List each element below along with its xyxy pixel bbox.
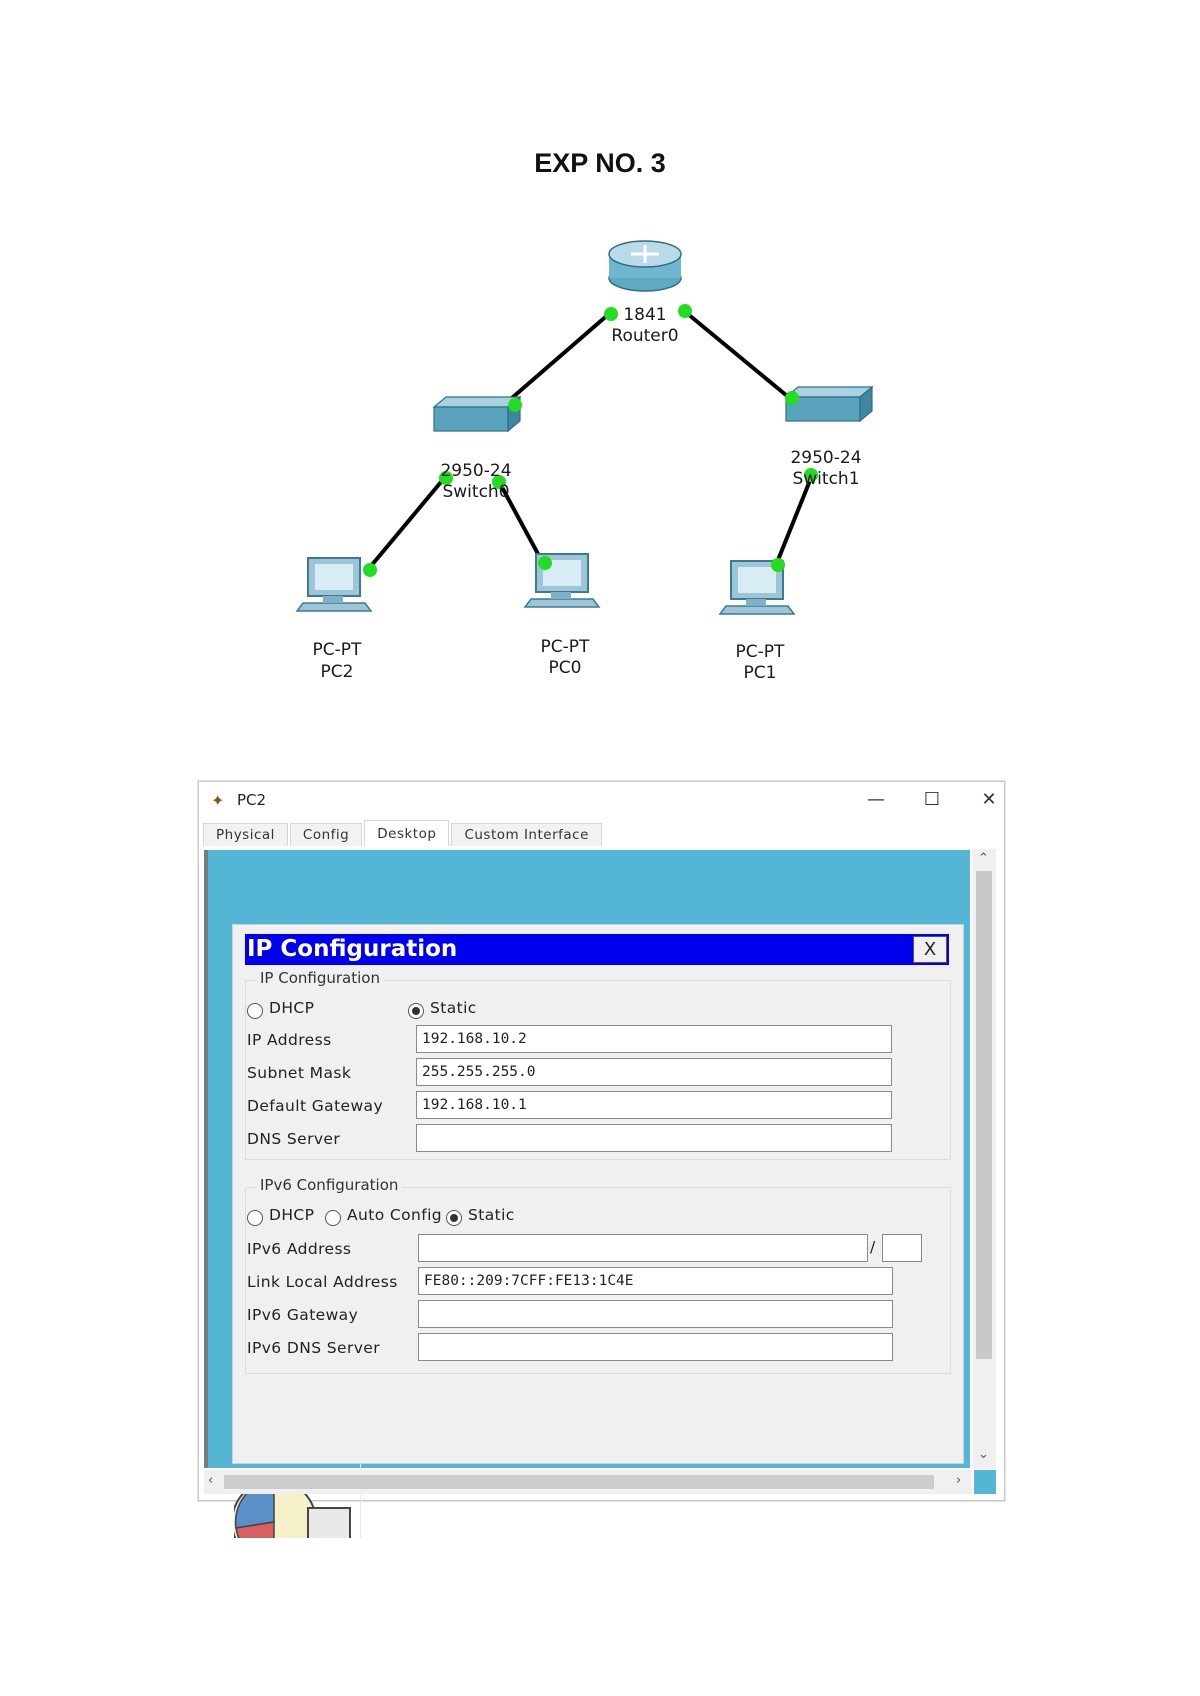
ipv6-auto-config-label: Auto Config [347,1206,443,1224]
vertical-scroll-thumb[interactable] [976,871,992,1359]
link-status-dot-router0-switch0-0 [604,307,618,321]
pc-icon-pc0[interactable] [523,553,601,608]
link-status-dot-router0-switch1-0 [678,304,692,318]
topology-devices [295,240,874,615]
ipv4-dhcp-radio[interactable] [247,1003,263,1019]
scroll-right-icon[interactable]: › [956,1473,961,1488]
dns-server-field[interactable] [416,1124,892,1152]
link-status-dot-switch1-pc1-1 [771,558,785,572]
switch-icon-switch1[interactable] [784,385,874,423]
ipv6-address-label: IPv6 Address [247,1240,352,1258]
router-icon-router0[interactable] [608,240,682,292]
scroll-down-icon[interactable]: ⌄ [978,1447,989,1462]
ipv6-dhcp-label: DHCP [269,1206,315,1224]
ipv6-dns-server-label: IPv6 DNS Server [247,1339,381,1357]
ipv6-static-radio[interactable] [446,1210,462,1226]
window-titlebar[interactable]: ✦ PC2 — ☐ ✕ [199,782,1004,818]
link-router0-switch0[interactable] [496,311,612,412]
link-router0-switch1[interactable] [681,308,794,402]
pc2-window: ✦ PC2 — ☐ ✕ Physical Config Desktop Cust… [198,781,1005,1538]
ipv6-static-label: Static [468,1206,515,1224]
topology-labels: 1841Router02950-24Switch02950-24Switch1P… [313,305,862,683]
ipv4-static-label: Static [430,999,477,1017]
pc1-model-label: PC-PT [736,642,786,662]
pc0-name-label: PC0 [549,658,582,678]
scroll-corner [974,1470,996,1494]
default-gateway-field[interactable]: 192.168.10.1 [416,1091,892,1119]
ipv6-gateway-field[interactable] [418,1300,893,1328]
ipv6-legend: IPv6 Configuration [256,1176,403,1194]
close-button[interactable]: ✕ [969,784,1009,816]
window-tabs: Physical Config Desktop Custom Interface [203,820,604,847]
ipv6-dhcp-radio[interactable] [247,1210,263,1226]
pc1-name-label: PC1 [744,663,777,683]
link-local-address-label: Link Local Address [247,1273,398,1291]
horizontal-scroll-thumb[interactable] [224,1475,934,1489]
ipv4-static-radio[interactable] [408,1003,424,1019]
maximize-button[interactable]: ☐ [912,784,952,816]
ipv6-dns-server-field[interactable] [418,1333,893,1361]
tab-physical[interactable]: Physical [203,823,288,846]
subnet-mask-field[interactable]: 255.255.255.0 [416,1058,892,1086]
ipv6-auto-config-radio[interactable] [325,1210,341,1226]
switch1-model-label: 2950-24 [790,448,861,468]
switch0-name-label: Switch0 [442,482,509,502]
switch-icon-switch0[interactable] [432,395,522,433]
scroll-left-icon[interactable]: ‹ [208,1473,213,1488]
default-gateway-label: Default Gateway [247,1097,384,1115]
link-status-dot-router0-switch0-1 [508,398,522,412]
ip-address-field[interactable]: 192.168.10.2 [416,1025,892,1053]
horizontal-scrollbar[interactable]: ‹ › [204,1470,972,1494]
ipv6-gateway-label: IPv6 Gateway [247,1306,359,1324]
vertical-scrollbar[interactable]: ⌃ ⌄ [972,849,996,1469]
link-status-dots [363,304,818,577]
pc2-model-label: PC-PT [313,640,363,660]
switch1-name-label: Switch1 [792,469,859,489]
dialog-close-button[interactable]: X [913,936,947,963]
minimize-button[interactable]: — [856,784,896,816]
tab-desktop[interactable]: Desktop [364,820,450,846]
network-topology: 1841Router02950-24Switch02950-24Switch1P… [295,240,874,683]
link-status-dot-switch0-pc0-1 [538,556,552,570]
dialog-title: IP Configuration [247,936,458,962]
switch0-model-label: 2950-24 [440,461,511,481]
ipv4-dhcp-label: DHCP [269,999,315,1017]
link-status-dot-router0-switch1-1 [785,391,799,405]
link-local-address-field[interactable]: FE80::209:7CFF:FE13:1C4E [418,1267,893,1295]
pc2-name-label: PC2 [321,662,354,682]
link-switch0-pc2[interactable] [364,474,448,574]
window-title: PC2 [237,791,267,809]
link-status-dot-switch0-pc2-1 [363,563,377,577]
prefix-separator: / [870,1238,876,1256]
tab-config[interactable]: Config [289,823,363,846]
desktop-area: IP Configuration X IP Configuration DHCP… [204,850,970,1538]
ipv6-address-field[interactable] [418,1234,868,1262]
ipv4-legend: IP Configuration [256,969,384,987]
router0-model-label: 1841 [623,305,666,325]
ip-address-label: IP Address [247,1031,332,1049]
subnet-mask-label: Subnet Mask [247,1064,352,1082]
router0-name-label: Router0 [611,326,678,346]
dialog-header: IP Configuration X [245,934,949,965]
tab-custom-interface[interactable]: Custom Interface [451,823,602,846]
packet-tracer-icon: ✦ [211,791,225,810]
topology-links [364,308,815,574]
dns-server-label: DNS Server [247,1130,341,1148]
pc0-model-label: PC-PT [541,637,591,657]
ip-configuration-dialog: IP Configuration X IP Configuration DHCP… [232,924,964,1464]
scroll-up-icon[interactable]: ⌃ [978,851,989,866]
pc-icon-pc2[interactable] [295,557,373,612]
ipv6-prefix-field[interactable] [882,1234,922,1262]
